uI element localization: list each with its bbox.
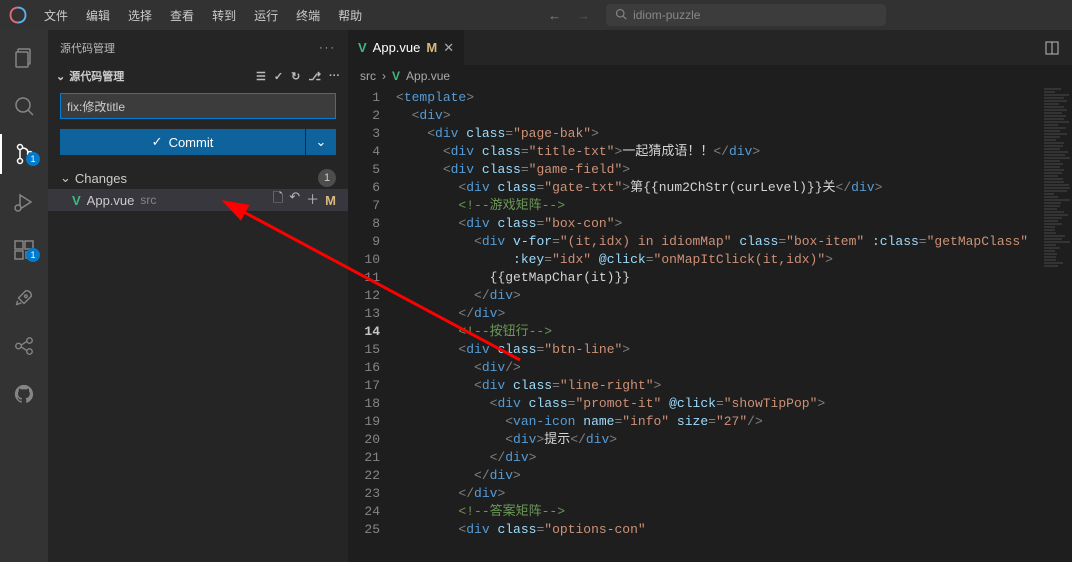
commit-message-input[interactable] bbox=[60, 93, 336, 119]
check-icon: ✓ bbox=[152, 134, 163, 150]
breadcrumb-folder: src bbox=[360, 69, 376, 83]
chevron-down-icon: ⌄ bbox=[56, 70, 65, 83]
nav-forward-icon[interactable]: → bbox=[577, 8, 590, 23]
menu-item[interactable]: 运行 bbox=[246, 3, 286, 28]
chevron-down-icon: ⌄ bbox=[60, 170, 71, 186]
breadcrumb-file: App.vue bbox=[406, 69, 450, 83]
scm-sidebar: 源代码管理 ··· ⌄ 源代码管理 ☰ ✓ ↻ ⎇ ··· ✓ Commit bbox=[48, 30, 348, 562]
open-file-icon[interactable]: 🗋 bbox=[273, 189, 283, 211]
activity-scm[interactable]: 1 bbox=[0, 134, 48, 174]
scm-badge: 1 bbox=[26, 152, 40, 166]
modified-badge: M bbox=[325, 193, 336, 208]
vue-file-icon: V bbox=[72, 193, 81, 208]
tab-filename: App.vue bbox=[373, 40, 421, 55]
editor-tab[interactable]: V App.vue M ✕ bbox=[348, 30, 464, 65]
discard-icon[interactable]: ↶ bbox=[289, 189, 300, 211]
line-gutter: 1234567891011121314151617181920212223242… bbox=[348, 87, 396, 562]
activity-rocket[interactable] bbox=[0, 278, 48, 318]
activity-debug[interactable] bbox=[0, 182, 48, 222]
code-editor[interactable]: 1234567891011121314151617181920212223242… bbox=[348, 87, 1072, 562]
scm-section-label: 源代码管理 bbox=[69, 68, 124, 84]
activity-explorer[interactable] bbox=[0, 38, 48, 78]
nav-back-icon[interactable]: ← bbox=[548, 8, 561, 23]
activity-search[interactable] bbox=[0, 86, 48, 126]
menu-bar: 文件编辑选择查看转到运行终端帮助 bbox=[36, 3, 370, 28]
changes-section-header[interactable]: ⌄ Changes 1 bbox=[48, 167, 348, 189]
commit-button-label: Commit bbox=[169, 135, 214, 150]
app-logo bbox=[8, 5, 28, 25]
modified-badge: M bbox=[426, 40, 437, 55]
titlebar: 文件编辑选择查看转到运行终端帮助 ← → idiom-puzzle bbox=[0, 0, 1072, 30]
activity-github[interactable] bbox=[0, 374, 48, 414]
menu-item[interactable]: 帮助 bbox=[330, 3, 370, 28]
vue-file-icon: V bbox=[358, 40, 367, 55]
scm-section-header[interactable]: ⌄ 源代码管理 ☰ ✓ ↻ ⎇ ··· bbox=[48, 65, 348, 87]
activity-extensions[interactable]: 1 bbox=[0, 230, 48, 270]
code-content: <template> <div> <div class="page-bak"> … bbox=[396, 87, 1072, 562]
menu-item[interactable]: 终端 bbox=[288, 3, 328, 28]
minimap[interactable] bbox=[1042, 87, 1072, 562]
scm-title: 源代码管理 bbox=[60, 40, 115, 56]
refresh-icon[interactable]: ↻ bbox=[291, 70, 300, 83]
editor-actions-icon[interactable] bbox=[1032, 30, 1072, 65]
editor-tabs: V App.vue M ✕ bbox=[348, 30, 1072, 65]
activity-bar: 1 1 bbox=[0, 30, 48, 562]
view-tree-icon[interactable]: ☰ bbox=[256, 70, 266, 83]
search-icon bbox=[615, 8, 627, 23]
menu-item[interactable]: 文件 bbox=[36, 3, 76, 28]
activity-share[interactable] bbox=[0, 326, 48, 366]
changes-label: Changes bbox=[75, 171, 127, 186]
close-icon[interactable]: ✕ bbox=[443, 40, 454, 56]
editor-pane: V App.vue M ✕ src › V App.vue 1234567891… bbox=[348, 30, 1072, 562]
menu-item[interactable]: 转到 bbox=[204, 3, 244, 28]
commit-button[interactable]: ✓ Commit bbox=[60, 129, 305, 155]
menu-item[interactable]: 编辑 bbox=[78, 3, 118, 28]
search-box[interactable]: idiom-puzzle bbox=[606, 4, 886, 26]
changed-file-row[interactable]: V App.vue src 🗋 ↶ ＋ M bbox=[48, 189, 348, 211]
vue-file-icon: V bbox=[392, 69, 400, 83]
search-text: idiom-puzzle bbox=[633, 8, 700, 22]
scm-section-more-icon[interactable]: ··· bbox=[329, 70, 340, 83]
breadcrumb[interactable]: src › V App.vue bbox=[348, 65, 1072, 87]
menu-item[interactable]: 查看 bbox=[162, 3, 202, 28]
file-path: src bbox=[140, 193, 156, 207]
menu-item[interactable]: 选择 bbox=[120, 3, 160, 28]
chevron-right-icon: › bbox=[382, 69, 386, 83]
file-name: App.vue bbox=[87, 193, 135, 208]
commit-check-icon[interactable]: ✓ bbox=[274, 70, 283, 83]
scm-more-icon[interactable]: ··· bbox=[319, 42, 336, 54]
ext-badge: 1 bbox=[26, 248, 40, 262]
scm-branch-icon[interactable]: ⎇ bbox=[308, 70, 321, 83]
chevron-down-icon: ⌄ bbox=[316, 134, 327, 150]
changes-count-badge: 1 bbox=[318, 169, 336, 187]
commit-dropdown[interactable]: ⌄ bbox=[306, 129, 336, 155]
stage-plus-icon[interactable]: ＋ bbox=[306, 189, 319, 211]
